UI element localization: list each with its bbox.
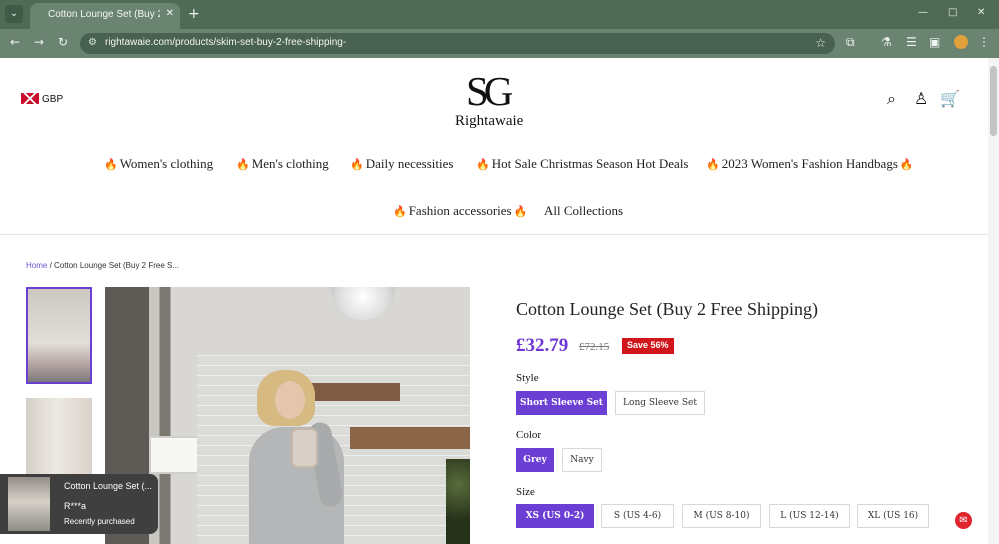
user-icon[interactable]: ♙ (914, 89, 928, 108)
back-icon[interactable]: ← (10, 35, 20, 49)
size-option-l[interactable]: L (US 12-14) (769, 504, 850, 528)
menu-mens-clothing[interactable]: 🔥 Men's clothing (234, 156, 329, 172)
save-badge: Save 56% (622, 338, 674, 354)
uk-flag-icon (21, 93, 39, 104)
header-divider (0, 234, 988, 235)
style-label: Style (516, 372, 539, 384)
menu-hot-sale[interactable]: 🔥 Hot Sale Christmas Season Hot Deals (474, 156, 689, 172)
breadcrumb-separator: / (49, 261, 52, 270)
maximize-icon[interactable]: □ (948, 7, 957, 18)
style-option-short-sleeve-set[interactable]: Short Sleeve Set (516, 391, 607, 415)
reload-icon[interactable]: ↻ (58, 35, 68, 49)
main-navigation: 🔥 Women's clothing 🔥 Men's clothing 🔥 Daily… (0, 148, 988, 230)
style-option-long-sleeve-set[interactable]: Long Sleeve Set (615, 391, 705, 415)
new-tab-icon[interactable]: + (188, 6, 200, 22)
fire-icon: 🔥 (236, 158, 250, 171)
menu-label: Fashion accessories (408, 203, 512, 218)
tab-close-icon[interactable]: ✕ (166, 8, 174, 19)
floating-chat-icon[interactable]: ✉ (955, 512, 972, 529)
plant (446, 459, 470, 544)
forward-icon[interactable]: → (34, 35, 44, 49)
browser-toolbar: ← → ↻ ⚙ rightawaie.com/products/skim-set… (0, 29, 999, 58)
size-option-s[interactable]: S (US 4-6) (601, 504, 674, 528)
breadcrumb-home-link[interactable]: Home (26, 261, 47, 270)
menu-label: 2023 Women's Fashion Handbags (721, 156, 898, 171)
browser-title-bar: ⌄ Cotton Lounge Set (Buy 2 Free ✕ + — □ … (0, 0, 999, 29)
address-bar[interactable]: ⚙ rightawaie.com/products/skim-set-buy-2… (80, 33, 835, 54)
ceiling-lamp (331, 287, 395, 320)
size-option-m[interactable]: M (US 8-10) (682, 504, 761, 528)
browser-tab-title: Cotton Lounge Set (Buy 2 Free (48, 9, 160, 20)
page-scrollbar[interactable] (988, 58, 999, 544)
breadcrumb: Home / Cotton Lounge Set (Buy 2 Free S..… (26, 261, 179, 270)
size-label: Size (516, 486, 535, 498)
menu-label: All Collections (544, 203, 624, 218)
more-icon[interactable]: ⋮ (978, 35, 990, 49)
menu-label: Men's clothing (251, 156, 329, 171)
extensions-icon[interactable]: ⧉ (846, 35, 855, 50)
menu-handbags[interactable]: 🔥 2023 Women's Fashion Handbags 🔥 (704, 156, 916, 172)
currency-selector[interactable]: GBP (21, 93, 63, 105)
recent-purchase-popup[interactable]: Cotton Lounge Set (... R***a Recently pu… (0, 474, 158, 534)
currency-label: GBP (42, 94, 64, 105)
web-page: GBP SG Rightawaie ⌕ ♙ 🛒 🔥 Women's clothin… (0, 58, 988, 544)
close-window-icon[interactable]: ✕ (977, 7, 985, 18)
breadcrumb-current: Cotton Lounge Set (Buy 2 Free S... (54, 261, 180, 270)
menu-label: Women's clothing (119, 156, 214, 171)
color-label: Color (516, 429, 542, 441)
menu-daily-necessities[interactable]: 🔥 Daily necessities (348, 156, 453, 172)
menu-fashion-accessories[interactable]: 🔥 Fashion accessories 🔥 (391, 203, 529, 219)
cart-icon[interactable]: 🛒 (940, 89, 960, 108)
fire-icon: 🔥 (104, 158, 118, 171)
phone (291, 428, 318, 468)
url-text[interactable]: rightawaie.com/products/skim-set-buy-2-f… (105, 37, 346, 48)
logo-mark: SG (466, 68, 513, 114)
logo-text: Rightawaie (455, 113, 524, 129)
profile-avatar[interactable] (954, 35, 968, 49)
tab-menu-button[interactable]: ⌄ (5, 5, 23, 23)
fire-icon: 🔥 (393, 205, 407, 218)
lower-shelf (350, 427, 470, 449)
menu-label: Daily necessities (365, 156, 454, 171)
compare-price: £72.15 (579, 341, 610, 353)
menu-label: Hot Sale Christmas Season Hot Deals (491, 156, 689, 171)
color-option-navy[interactable]: Navy (562, 448, 602, 472)
scrollbar-thumb[interactable] (990, 66, 997, 136)
minimize-icon[interactable]: — (918, 7, 928, 18)
fire-icon: 🔥 (513, 205, 528, 218)
size-option-xs[interactable]: XS (US 0-2) (516, 504, 594, 528)
popup-customer-name: R***a (64, 501, 87, 511)
fire-icon: 🔥 (476, 158, 490, 171)
size-option-xl[interactable]: XL (US 16) (857, 504, 929, 528)
search-icon[interactable]: ⌕ (887, 89, 896, 109)
fire-icon: 🔥 (899, 158, 914, 171)
product-title: Cotton Lounge Set (Buy 2 Free Shipping) (516, 299, 818, 319)
lab-icon[interactable]: ⚗ (881, 35, 892, 49)
color-option-grey[interactable]: Grey (516, 448, 554, 472)
popup-product-image (8, 477, 50, 531)
site-info-icon[interactable]: ⚙ (88, 37, 97, 48)
menu-all-collections[interactable]: All Collections (544, 203, 623, 219)
site-logo[interactable]: SG Rightawaie (455, 67, 543, 131)
menu-womens-clothing[interactable]: 🔥 Women's clothing (102, 156, 213, 172)
bookmark-star-icon[interactable]: ☆ (815, 36, 826, 50)
model-face (275, 381, 305, 419)
product-thumbnail-selected[interactable] (26, 287, 92, 384)
sale-price: £32.79 (516, 335, 569, 356)
popup-product-title: Cotton Lounge Set (... (64, 481, 153, 491)
fire-icon: 🔥 (706, 158, 720, 171)
reading-list-icon[interactable]: ☰ (906, 35, 917, 49)
browser-tab[interactable]: Cotton Lounge Set (Buy 2 Free ✕ (30, 3, 180, 29)
popup-status: Recently purchased (64, 517, 135, 526)
main-product-image[interactable] (105, 287, 470, 544)
sidebar-icon[interactable]: ▣ (929, 35, 940, 49)
model-in-lounge-set (243, 369, 361, 544)
fire-icon: 🔥 (350, 158, 364, 171)
